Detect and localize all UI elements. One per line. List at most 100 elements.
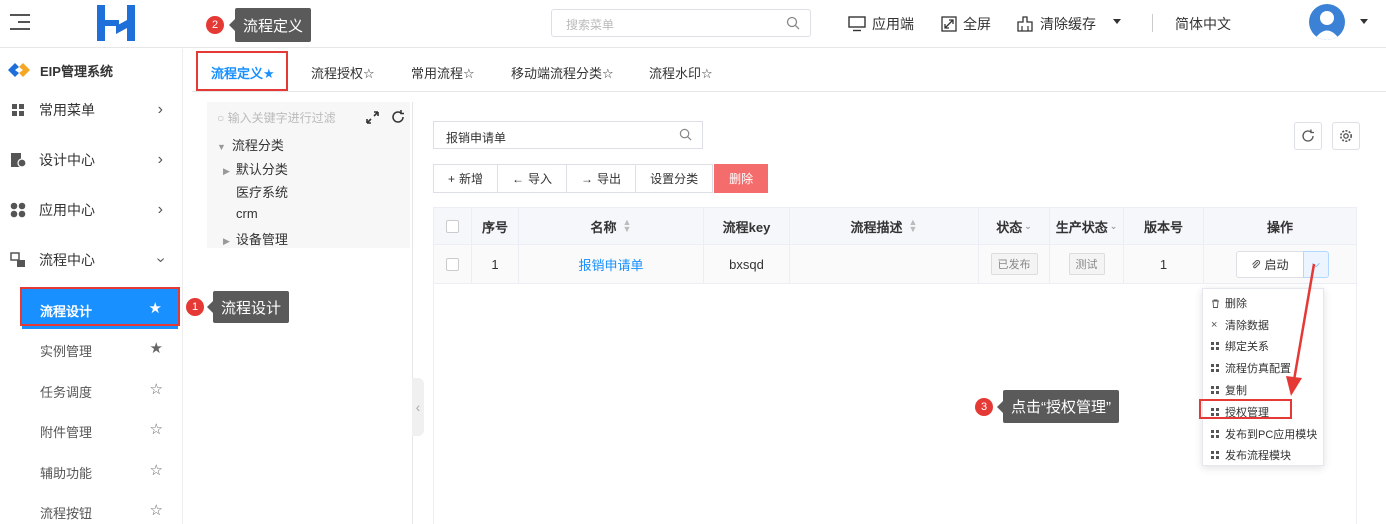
column-header-description[interactable]: 流程描述 ▲ ▼ [790,208,979,244]
column-header-name[interactable]: 名称 ▲ ▼ [519,208,704,244]
tree-node-root[interactable]: ▼ 流程分类 [217,135,284,154]
sidebar-item-process-buttons[interactable]: 流程按钮 ☆ [0,491,183,524]
menu-item-bind-relation[interactable]: 绑定关系 [1211,338,1269,354]
tab-process-watermark[interactable]: 流程水印☆ [649,63,713,82]
star-filled-icon[interactable]: ★ [150,339,163,357]
star-outline-icon[interactable]: ☆ [150,380,163,398]
tree-node[interactable]: ▶ 默认分类 [223,159,288,178]
grid-icon [1211,363,1220,373]
search-icon [679,128,692,141]
sidebar-item-label: 辅助功能 [40,466,93,481]
sort-icon[interactable]: ▲ ▼ [909,218,918,234]
refresh-icon[interactable] [391,110,405,124]
tab-mobile-process-categories[interactable]: 移动端流程分类☆ [511,63,614,82]
app-client-button[interactable]: 应用端 [848,14,914,34]
cell-status: 已发布 [979,245,1050,283]
star-outline-icon[interactable]: ☆ [150,501,163,519]
trash-icon [1212,299,1219,308]
set-category-button[interactable]: 设置分类 [635,164,714,193]
row-checkbox[interactable] [446,257,459,271]
settings-button[interactable] [1332,122,1360,150]
cell-production-status: 测试 [1050,245,1124,283]
sidebar-item-app-center[interactable]: 应用中心 › [0,190,183,230]
process-search-input[interactable]: 报销申请单 [433,121,703,149]
cell-index: 1 [472,245,519,283]
arrow-left-icon: ← [512,171,525,186]
tree-node[interactable]: ▶ 设备管理 [223,229,288,248]
arrow-right-icon: → [581,171,594,186]
sidebar-item-common-menu[interactable]: 常用菜单 › [0,90,183,130]
table-row: 1 报销申请单 bxsqd 已发布 测试 1 [434,245,1356,284]
cell-description [790,245,979,283]
step-tooltip: 流程设计 [206,291,290,323]
step-badge: 3 [975,398,993,416]
export-button[interactable]: → 导出 [566,164,637,193]
divider [412,102,413,524]
sidebar-item-label: 流程中心 [39,252,95,268]
language-label: 简体中文 [1175,16,1231,32]
sidebar-item-label: 实例管理 [40,344,93,359]
select-all-checkbox[interactable] [446,219,459,233]
column-header-status[interactable]: 状态 ⌄ [979,208,1050,244]
menu-item-clear-data[interactable]: × 清除数据 [1211,317,1269,333]
tab-process-authorization[interactable]: 流程授权☆ [311,63,375,82]
clear-cache-button[interactable]: 清除缓存 [1016,14,1096,34]
user-menu-chevron-icon[interactable] [1360,19,1368,24]
expand-icon[interactable] [366,111,379,124]
logo [97,5,135,41]
gear-icon [1340,130,1352,142]
menu-toggle-icon[interactable] [10,14,30,32]
sidebar-item-process-center[interactable]: 流程中心 › [0,240,183,280]
flow-icon [10,252,25,267]
system-logo-icon [8,63,30,77]
select-all-checkbox-cell [434,208,472,244]
step-badge: 1 [186,298,204,316]
fullscreen-button[interactable]: 全屏 [941,14,991,34]
language-select[interactable]: 简体中文 [1175,14,1231,34]
avatar[interactable] [1309,4,1345,40]
refresh-button[interactable] [1294,122,1322,150]
annotation-arrow [1286,263,1316,396]
tree-node[interactable]: crm [236,206,258,221]
step-tooltip: 流程定义 [228,8,312,42]
step-badge: 2 [206,16,224,34]
chevron-down-icon[interactable]: ⌄ [1024,221,1032,232]
star-outline-icon[interactable]: ☆ [150,461,163,479]
highlight-box [1199,399,1292,419]
menu-search-input[interactable]: 搜索菜单 [551,9,811,37]
process-name-link[interactable]: 报销申请单 [578,255,643,274]
chevron-down-icon[interactable] [1113,19,1121,24]
sidebar-item-label: 设计中心 [39,152,95,168]
cell-key: bxsqd [704,245,790,283]
sidebar-item-label: 流程按钮 [40,506,93,521]
delete-button[interactable]: 删除 [714,164,769,193]
sidebar-item-design-center[interactable]: 设计中心 › [0,140,183,180]
sidebar-item-instance-management[interactable]: 实例管理 ★ [0,329,183,369]
sidebar-item-task-scheduling[interactable]: 任务调度 ☆ [0,370,183,410]
star-outline-icon[interactable]: ☆ [150,420,163,438]
sort-icon[interactable]: ▲ ▼ [623,218,632,234]
collapse-handle[interactable]: ‹ [412,378,424,436]
chevron-down-icon[interactable]: ⌄ [1110,221,1118,232]
column-header-key: 流程key [704,208,790,244]
sidebar-item-auxiliary-functions[interactable]: 辅助功能 ☆ [0,451,183,491]
tree-filter-input[interactable]: ○ 输入关键字进行过滤 [217,109,336,126]
category-tree-panel: ○ 输入关键字进行过滤 ▼ 流程分类 ▶ 默认分类 医疗系统 crm ▶ 设备管理 [207,102,410,248]
menu-item-copy[interactable]: 复制 [1211,382,1247,398]
broom-icon [1017,16,1033,32]
menu-item-simulation-config[interactable]: 流程仿真配置 [1211,360,1291,376]
close-icon: × [1211,318,1218,331]
import-button[interactable]: ← 导入 [497,164,568,193]
refresh-icon [1302,129,1314,142]
tab-common-processes[interactable]: 常用流程☆ [411,63,475,82]
menu-item-delete[interactable]: 删除 [1211,295,1247,311]
column-header-production-status[interactable]: 生产状态 ⌄ [1050,208,1124,244]
add-button[interactable]: + 新增 [433,164,499,193]
apps-icon [10,202,26,218]
grid-icon [1211,450,1220,460]
menu-item-publish-pc-module[interactable]: 发布到PC应用模块 [1211,426,1317,442]
sidebar-item-attachment-management[interactable]: 附件管理 ☆ [0,410,183,450]
sidebar-item-label: 应用中心 [39,202,95,218]
menu-item-publish-process-module[interactable]: 发布流程模块 [1211,447,1291,463]
tree-node[interactable]: 医疗系统 [236,182,288,201]
